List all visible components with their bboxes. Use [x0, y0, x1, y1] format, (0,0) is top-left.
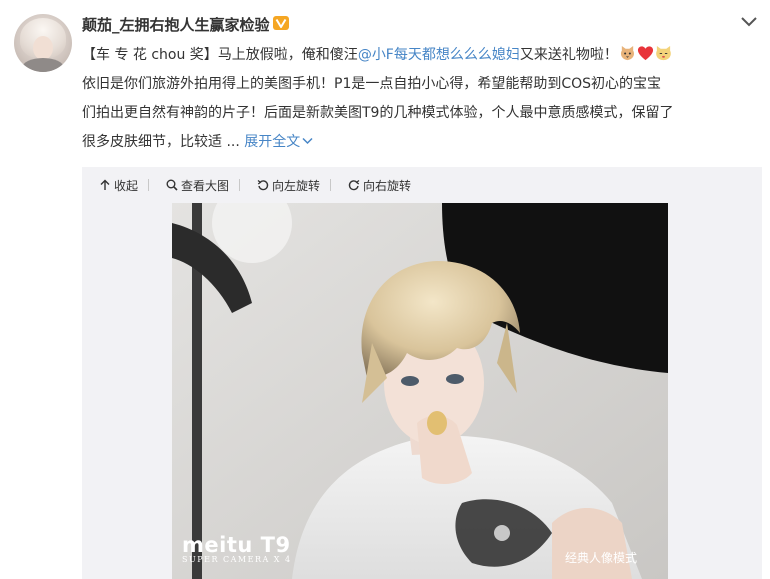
avatar[interactable] [14, 14, 72, 72]
rotate-right-icon [348, 179, 360, 191]
username[interactable]: 颠茄_左拥右抱人生赢家检验 [82, 14, 270, 35]
expand-full-text-link[interactable]: 展开全文 [244, 134, 313, 150]
campaign-tag: 【车 专 花 chou 奖】 [82, 47, 218, 63]
brand-name: meitu T9 [182, 533, 291, 557]
toolbar-divider [148, 179, 150, 191]
vip-badge-icon[interactable] [272, 15, 290, 31]
brand-subtitle: SUPER CAMERA X 4 [182, 555, 292, 564]
media-panel: 收起 查看大图 向左旋转 向右旋转 meitu T9 SUPER CAMERA … [82, 167, 762, 579]
post-text: 【车 专 花 chou 奖】马上放假啦，俺和傻汪@小F每天都想么么么媳妇又来送礼… [82, 41, 762, 157]
meitu-watermark: meitu T9 SUPER CAMERA X 4 [182, 533, 292, 564]
text-line-4: 很多皮肤细节，比较适 ... 展开全文 [82, 128, 762, 157]
post-photo[interactable]: meitu T9 SUPER CAMERA X 4 经典人像模式 [172, 203, 668, 579]
rotate-left-icon [257, 179, 269, 191]
chevron-down-small-icon [302, 137, 313, 145]
text-line-2: 依旧是你们旅游外拍用得上的美图手机！P1是一点自拍小心得，希望能帮助到COS初心… [82, 76, 662, 92]
heart-emoji-icon [637, 46, 653, 61]
text-line-1: 【车 专 花 chou 奖】马上放假啦，俺和傻汪@小F每天都想么么么媳妇又来送礼… [82, 41, 762, 70]
text-line-3: 们拍出更自然有神韵的片子！后面是新款美图T9的几种模式体验，个人最中意质感模式，… [82, 105, 674, 121]
rotate-left-button[interactable]: 向左旋转 [257, 177, 320, 194]
arrow-up-icon [100, 179, 110, 190]
magnifier-icon [166, 179, 178, 191]
camera-mode-label: 经典人像模式 [565, 551, 638, 565]
cat-emoji-icon [620, 45, 634, 61]
chevron-down-icon[interactable] [740, 16, 758, 28]
cosplay-portrait-image [172, 203, 668, 579]
mention-link[interactable]: @小F每天都想么么么媳妇 [358, 47, 520, 63]
cat-face-emoji-icon [656, 45, 671, 61]
collapse-button[interactable]: 收起 [99, 177, 138, 194]
weibo-post: 颠茄_左拥右抱人生赢家检验 【车 专 花 chou 奖】马上放假啦，俺和傻汪@小… [0, 0, 770, 579]
rotate-right-button[interactable]: 向右旋转 [348, 177, 411, 194]
toolbar-divider [330, 179, 332, 191]
image-toolbar: 收起 查看大图 向左旋转 向右旋转 [82, 167, 762, 203]
view-large-image-button[interactable]: 查看大图 [166, 177, 229, 194]
toolbar-divider [239, 179, 241, 191]
